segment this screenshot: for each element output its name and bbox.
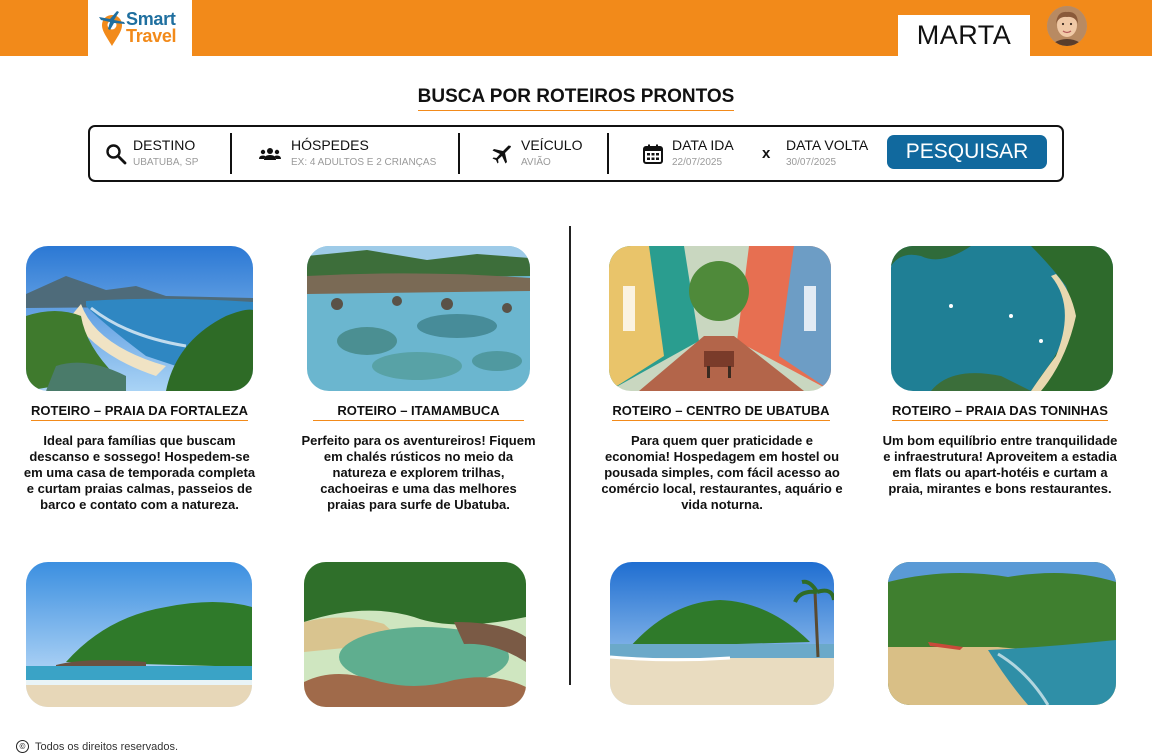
logo-line-2: Travel bbox=[126, 26, 177, 46]
card-title-itamambuca[interactable]: ROTEIRO – ITAMAMBUCA bbox=[307, 403, 530, 421]
card-title-text: ROTEIRO – PRAIA DA FORTALEZA bbox=[31, 403, 248, 421]
beach-island-photo-image bbox=[26, 562, 252, 707]
card-image-toninhas[interactable] bbox=[891, 246, 1113, 391]
search-icon bbox=[106, 144, 127, 165]
date-separator: x bbox=[762, 145, 771, 162]
card-description-centro: Para quem quer praticidade e economia! H… bbox=[601, 433, 843, 512]
veiculo-value: AVIÃO bbox=[521, 157, 551, 168]
card-image-fortaleza[interactable] bbox=[26, 246, 253, 391]
divider bbox=[458, 133, 460, 174]
colorful-street-photo-image bbox=[609, 246, 831, 391]
card-image-bottom-3[interactable] bbox=[610, 562, 834, 705]
page-title: BUSCA POR ROTEIROS PRONTOS bbox=[417, 86, 735, 111]
hospedes-field[interactable]: HÓSPEDES EX: 4 ADULTOS E 2 CRIANÇAS bbox=[258, 127, 458, 180]
search-bar: DESTINO UBATUBA, SP HÓSPEDES EX: 4 ADULT… bbox=[88, 125, 1064, 182]
airplane-icon bbox=[492, 145, 511, 164]
data-ida-value: 22/07/2025 bbox=[672, 157, 723, 168]
destino-label: DESTINO bbox=[133, 137, 196, 153]
avatar[interactable] bbox=[1047, 6, 1087, 46]
top-bar: Smart Travel MARTA bbox=[0, 0, 1152, 56]
clear-water-photo-image bbox=[307, 246, 530, 391]
data-volta-value: 30/07/2025 bbox=[786, 157, 837, 168]
card-image-bottom-1[interactable] bbox=[26, 562, 252, 707]
card-image-centro[interactable] bbox=[609, 246, 831, 391]
card-title-centro[interactable]: ROTEIRO – CENTRO DE UBATUBA bbox=[605, 403, 837, 421]
data-volta-label: DATA VOLTA bbox=[786, 137, 869, 153]
hospedes-value: EX: 4 ADULTOS E 2 CRIANÇAS bbox=[291, 157, 437, 168]
app-logo[interactable]: Smart Travel bbox=[88, 0, 192, 56]
data-ida-label: DATA IDA bbox=[672, 137, 734, 153]
divider bbox=[607, 133, 609, 174]
card-description-toninhas: Um bom equilíbrio entre tranquilidade e … bbox=[882, 433, 1118, 496]
card-description-fortaleza: Ideal para famílias que buscam descanso … bbox=[23, 433, 256, 512]
beach-photo-image bbox=[26, 246, 253, 391]
location-pin-plane-icon bbox=[99, 11, 125, 46]
island-beach-photo-image bbox=[610, 562, 834, 705]
data-ida-field[interactable]: DATA IDA 22/07/2025 bbox=[641, 127, 751, 180]
veiculo-label: VEÍCULO bbox=[521, 137, 583, 153]
aerial-bay-photo-image bbox=[891, 246, 1113, 391]
footer: © Todos os direitos reservados. bbox=[16, 740, 178, 753]
card-image-bottom-4[interactable] bbox=[888, 562, 1116, 705]
card-title-text: ROTEIRO – ITAMAMBUCA bbox=[313, 403, 524, 421]
section-divider bbox=[569, 226, 571, 685]
people-icon bbox=[259, 148, 281, 160]
page-title-wrap: BUSCA POR ROTEIROS PRONTOS bbox=[0, 86, 1152, 111]
veiculo-field[interactable]: VEÍCULO AVIÃO bbox=[490, 127, 600, 180]
hospedes-label: HÓSPEDES bbox=[291, 137, 369, 153]
card-title-text: ROTEIRO – PRAIA DAS TONINHAS bbox=[892, 403, 1108, 421]
search-button[interactable]: PESQUISAR bbox=[887, 135, 1047, 169]
copyright-text: Todos os direitos reservados. bbox=[35, 740, 179, 753]
card-title-fortaleza[interactable]: ROTEIRO – PRAIA DA FORTALEZA bbox=[26, 403, 253, 421]
copyright-icon: © bbox=[16, 740, 29, 753]
cove-beach-photo-image bbox=[304, 562, 526, 707]
card-title-text: ROTEIRO – CENTRO DE UBATUBA bbox=[612, 403, 830, 421]
divider bbox=[230, 133, 232, 174]
forest-beach-photo-image bbox=[888, 562, 1116, 705]
data-volta-field[interactable]: DATA VOLTA 30/07/2025 bbox=[786, 127, 882, 180]
card-title-toninhas[interactable]: ROTEIRO – PRAIA DAS TONINHAS bbox=[884, 403, 1116, 421]
card-description-itamambuca: Perfeito para os aventureiros! Fiquem em… bbox=[301, 433, 536, 512]
destino-field[interactable]: DESTINO UBATUBA, SP bbox=[102, 127, 230, 180]
calendar-icon bbox=[643, 144, 663, 164]
user-name[interactable]: MARTA bbox=[898, 15, 1030, 56]
card-image-itamambuca[interactable] bbox=[307, 246, 530, 391]
logo-text: Smart Travel bbox=[126, 10, 177, 46]
destino-value: UBATUBA, SP bbox=[133, 157, 199, 168]
card-image-bottom-2[interactable] bbox=[304, 562, 526, 707]
user-avatar-image bbox=[1047, 6, 1087, 46]
